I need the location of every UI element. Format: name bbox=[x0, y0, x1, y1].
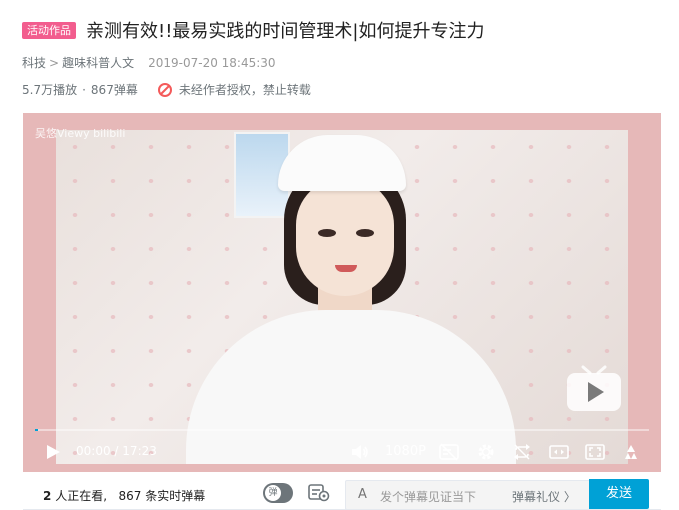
danmaku-placeholder: 发个弹幕见证当下 bbox=[380, 490, 477, 504]
copyright-notice: 未经作者授权，禁止转载 bbox=[157, 81, 311, 98]
danmaku-toggle[interactable]: 弹 bbox=[263, 483, 293, 503]
video-frame[interactable] bbox=[56, 130, 628, 464]
loop-icon[interactable] bbox=[513, 443, 531, 461]
danmaku-toggle-knob: 弹 bbox=[265, 485, 281, 501]
current-time: 00:00 bbox=[76, 444, 111, 458]
danmaku-bar: 2 人正在看, 867 条实时弹幕 弹 A 发个弹幕见证当下 弹幕礼仪 〉 发送 bbox=[23, 474, 661, 510]
view-count: 5.7万播放 bbox=[22, 83, 78, 97]
publish-date: 2019-07-20 18:45:30 bbox=[148, 55, 276, 70]
activity-tag[interactable]: 活动作品 bbox=[22, 21, 76, 39]
person-eye-right bbox=[356, 229, 374, 237]
danmaku-input[interactable]: A 发个弹幕见证当下 弹幕礼仪 〉 bbox=[345, 480, 591, 510]
send-button[interactable]: 发送 bbox=[589, 479, 649, 509]
watching-text: 人正在看, bbox=[55, 489, 108, 503]
progress-bar[interactable] bbox=[35, 429, 649, 431]
person-eye-left bbox=[318, 229, 336, 237]
live-watch-info: 2 人正在看, 867 条实时弹幕 bbox=[43, 487, 205, 504]
watermark: 吴悠Viewy bilibili bbox=[35, 127, 126, 140]
watching-count: 2 bbox=[43, 489, 52, 503]
danmaku-count: 867弹幕 bbox=[90, 83, 138, 97]
duration: 17:23 bbox=[122, 444, 157, 458]
progress-fill bbox=[35, 429, 38, 431]
volume-icon[interactable] bbox=[351, 444, 369, 460]
video-stats: 5.7万播放 · 867弹幕 未经作者授权，禁止转载 bbox=[22, 81, 311, 98]
danmaku-etiquette-link[interactable]: 弹幕礼仪 〉 bbox=[512, 488, 576, 505]
fullscreen-icon[interactable] bbox=[621, 443, 641, 461]
quality-selector[interactable]: 1080P bbox=[385, 444, 426, 459]
subcategory-link[interactable]: 趣味科普人文 bbox=[62, 54, 134, 71]
copyright-text: 未经作者授权，禁止转载 bbox=[178, 83, 311, 97]
category-link[interactable]: 科技 bbox=[22, 54, 46, 71]
video-title: 亲测有效!!最易实践的时间管理术|如何提升专注力 bbox=[86, 21, 485, 42]
person-face bbox=[296, 178, 394, 296]
breadcrumb-separator: > bbox=[49, 55, 60, 70]
no-reprint-icon bbox=[157, 82, 172, 97]
widescreen-icon[interactable] bbox=[549, 443, 569, 461]
danmaku-style-icon[interactable]: A bbox=[358, 487, 367, 502]
player-controls: 00:00 / 17:23 1080P bbox=[23, 435, 661, 469]
video-player[interactable]: 吴悠Viewy bilibili 00:00 / 17:23 1080P bbox=[23, 113, 661, 472]
live-danmaku-count: 867 bbox=[118, 489, 142, 503]
live-danmaku-text: 条实时弹幕 bbox=[145, 489, 206, 503]
settings-gear-icon[interactable] bbox=[477, 443, 495, 461]
stats-dot: · bbox=[82, 82, 86, 97]
video-header: 活动作品 亲测有效!!最易实践的时间管理术|如何提升专注力 bbox=[22, 17, 669, 43]
bilibili-tv-icon[interactable] bbox=[565, 363, 623, 413]
video-meta: 科技 > 趣味科普人文 2019-07-20 18:45:30 bbox=[22, 54, 276, 71]
person-lips bbox=[335, 265, 357, 272]
web-fullscreen-icon[interactable] bbox=[585, 443, 605, 461]
play-icon[interactable] bbox=[45, 444, 61, 460]
time-display: 00:00 / 17:23 bbox=[76, 444, 157, 458]
time-separator: / bbox=[114, 444, 119, 458]
danmaku-settings-icon[interactable] bbox=[308, 484, 330, 502]
danmaku-off-icon[interactable] bbox=[439, 443, 459, 461]
